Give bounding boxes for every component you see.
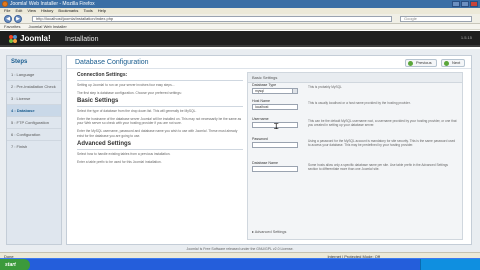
- navigation-toolbar: ◀ ▶ http://localhost/joomla/installation…: [0, 14, 480, 24]
- step-ftp: 5 : FTP Configuration: [7, 116, 61, 128]
- footer-text: Joomla! is Free Software released under …: [186, 247, 294, 251]
- chevron-down-icon: [292, 89, 297, 93]
- db-type-desc: This is probably MySQL: [308, 85, 342, 89]
- advanced-para-2: Enter a table prefix to be used for this…: [77, 159, 162, 164]
- steps-heading: Steps: [11, 59, 28, 65]
- text-cursor-icon: Ɪ: [274, 122, 279, 131]
- host-desc: This is usually localhost or a host name…: [308, 101, 411, 105]
- joomla-brand: Joomla!: [20, 34, 51, 43]
- conn-para-1: Setting up Joomla! to run on your server…: [77, 83, 175, 87]
- field-db-type: Database Type mysql This is probably MyS…: [252, 83, 460, 94]
- username-desc: This can be the default MySQL username r…: [308, 119, 457, 128]
- bookmarks-bar: Favorites Joomla! Web Installer: [0, 24, 480, 30]
- maximize-icon[interactable]: [461, 1, 469, 7]
- db-name-desc: Some hosts allow only a specific databas…: [308, 163, 448, 172]
- version-label: 1.5.15: [460, 35, 472, 40]
- connection-heading: Connection Settings:: [77, 72, 243, 81]
- settings-panel: Basic Settings Database Type mysql This …: [247, 72, 463, 240]
- main-panel: Database Configuration Previous Next Con…: [66, 55, 472, 245]
- next-label: Next: [452, 60, 461, 65]
- password-input[interactable]: [252, 142, 298, 148]
- system-tray: [420, 259, 480, 270]
- forward-icon[interactable]: ▶: [14, 15, 22, 23]
- db-type-select[interactable]: mysql: [252, 88, 298, 94]
- window-titlebar: Joomla! Web Installer - Mozilla Firefox: [0, 0, 480, 8]
- step-language: 1 : Language: [7, 68, 61, 80]
- host-input[interactable]: localhost: [252, 104, 298, 110]
- instructions-column: Connection Settings: Setting up Joomla! …: [77, 72, 243, 167]
- header-title: Installation: [65, 36, 99, 43]
- advanced-toggle-label: Advanced Settings: [254, 230, 287, 234]
- advanced-para-1: Select how to handle existing tables fro…: [77, 152, 171, 157]
- taskbar: start: [0, 258, 480, 270]
- firefox-icon: [2, 1, 8, 7]
- steps-sidebar: Steps 1 : Language 2 : Pre-Installation …: [6, 55, 62, 245]
- previous-button[interactable]: Previous: [405, 59, 437, 67]
- basic-para-2: Enter the hostname of the database serve…: [77, 116, 242, 126]
- back-icon[interactable]: ◀: [4, 15, 12, 23]
- conn-para-2: The first step is database configuration…: [77, 90, 182, 95]
- bookmark-joomla[interactable]: Joomla! Web Installer: [28, 24, 66, 29]
- field-password: Password Using a password for the MySQL …: [252, 137, 460, 148]
- step-preinstall: 2 : Pre-Installation Check: [7, 80, 61, 92]
- password-desc: Using a password for the MySQL account i…: [308, 139, 456, 148]
- field-host: Host Name localhost This is usually loca…: [252, 99, 460, 110]
- db-name-input[interactable]: [252, 166, 298, 172]
- close-icon[interactable]: [470, 1, 478, 7]
- field-db-name: Database Name Some hosts allow only a sp…: [252, 161, 460, 172]
- basic-para-3: Enter the MySQL username, password and d…: [77, 128, 238, 138]
- step-license: 3 : License: [7, 92, 61, 104]
- main-header: Database Configuration Previous Next: [67, 56, 471, 69]
- page-title: Database Configuration: [75, 59, 149, 66]
- previous-label: Previous: [416, 60, 432, 65]
- start-button[interactable]: start: [0, 259, 30, 270]
- advanced-heading: Advanced Settings: [77, 141, 243, 151]
- field-username: Username This can be the default MySQL u…: [252, 117, 460, 128]
- bookmark-favorites[interactable]: Favorites: [4, 24, 20, 29]
- arrow-left-icon: [408, 61, 413, 66]
- basic-heading: Basic Settings: [77, 98, 243, 108]
- basic-para-1: Select the type of database from the dro…: [77, 109, 197, 114]
- joomla-header: Joomla! Installation 1.5.15: [0, 31, 480, 47]
- db-type-value: mysql: [255, 89, 264, 93]
- joomla-logo-icon: [9, 35, 17, 43]
- advanced-toggle[interactable]: ▸ Advanced Settings: [252, 229, 286, 234]
- window-controls: [452, 1, 478, 7]
- search-input[interactable]: Google: [400, 16, 472, 22]
- minimize-icon[interactable]: [452, 1, 460, 7]
- window-title: Joomla! Web Installer - Mozilla Firefox: [10, 1, 95, 7]
- step-finish: 7 : Finish: [7, 140, 61, 152]
- installer-page: Steps 1 : Language 2 : Pre-Installation …: [0, 49, 480, 252]
- panel-heading: Basic Settings: [248, 73, 462, 83]
- step-database: 4 : Database: [7, 104, 61, 116]
- step-configuration: 6 : Configuration: [7, 128, 61, 140]
- address-bar[interactable]: http://localhost/joomla/installation/ind…: [32, 16, 392, 22]
- next-button[interactable]: Next: [441, 59, 466, 67]
- arrow-right-icon: [444, 61, 449, 66]
